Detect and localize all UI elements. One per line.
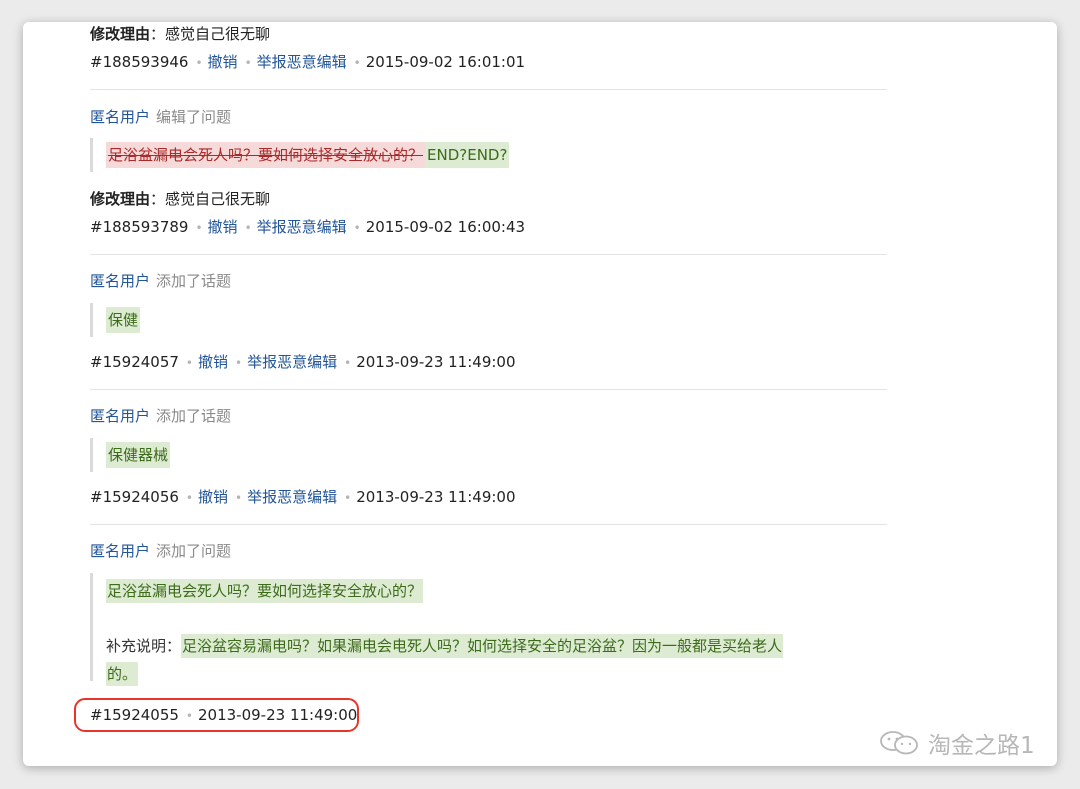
revision-meta: #188593789 • 撤销 • 举报恶意编辑 • 2015-09-02 16:00:43 xyxy=(90,216,525,237)
action-text: 添加了话题 xyxy=(156,272,232,290)
topic-tag: 保健器械 xyxy=(106,442,171,468)
entry-byline: 匿名用户 添加了问题 xyxy=(90,540,231,561)
revision-id: #15924056 xyxy=(90,488,179,506)
separator-dot: • xyxy=(235,356,243,370)
entry-byline: 匿名用户 添加了话题 xyxy=(90,270,231,291)
separator-dot: • xyxy=(344,491,352,505)
revision-id: #188593946 xyxy=(90,53,189,71)
wechat-icon xyxy=(880,731,918,755)
user-link[interactable]: 匿名用户 xyxy=(90,108,150,126)
separator-dot: • xyxy=(185,356,193,370)
edit-reason: 修改理由：感觉自己很无聊 xyxy=(90,190,271,208)
annotation-highlight-box xyxy=(74,698,359,732)
topic-block: 保健器械 xyxy=(90,438,171,472)
entry-byline: 匿名用户 编辑了问题 xyxy=(90,106,231,127)
deleted-text: 足浴盆漏电会死人吗？要如何选择安全放心的？ xyxy=(106,142,426,168)
separator-dot: • xyxy=(344,356,352,370)
separator-dot: • xyxy=(244,56,252,70)
revision-id: #188593789 xyxy=(90,218,189,236)
separator-dot: • xyxy=(244,221,252,235)
revision-meta: #15924057 • 撤销 • 举报恶意编辑 • 2013-09-23 11:49:00 xyxy=(90,351,516,372)
revision-id: #15924057 xyxy=(90,353,179,371)
undo-link[interactable]: 撤销 xyxy=(208,218,238,236)
separator-dot: • xyxy=(235,491,243,505)
action-text: 添加了问题 xyxy=(156,542,232,560)
supplement-text-cont: 的。 xyxy=(106,662,139,686)
revision-timestamp: 2015-09-02 16:01:01 xyxy=(365,53,526,71)
entry-divider xyxy=(90,524,887,525)
edit-reason: 修改理由：感觉自己很无聊 xyxy=(90,25,271,43)
entry-divider xyxy=(90,254,887,255)
report-edit-link[interactable]: 举报恶意编辑 xyxy=(247,353,337,371)
edit-reason-text: 感觉自己很无聊 xyxy=(165,190,271,208)
separator-dot: • xyxy=(195,56,203,70)
entry-byline: 匿名用户 添加了话题 xyxy=(90,405,231,426)
undo-link[interactable]: 撤销 xyxy=(198,488,228,506)
inserted-text: END?END? xyxy=(425,142,510,168)
separator-dot: • xyxy=(185,491,193,505)
watermark: 淘金之路1 xyxy=(878,726,1035,760)
user-link[interactable]: 匿名用户 xyxy=(90,407,150,425)
undo-link[interactable]: 撤销 xyxy=(208,53,238,71)
supplement-label: 补充说明： xyxy=(106,637,182,655)
question-supplement: 补充说明：足浴盆容易漏电吗？如果漏电会电死人吗？如何选择安全的足浴盆？因为一般都… xyxy=(106,632,866,688)
revision-timestamp: 2013-09-23 11:49:00 xyxy=(356,488,516,506)
action-text: 添加了话题 xyxy=(156,407,232,425)
edit-reason-text: 感觉自己很无聊 xyxy=(165,25,271,43)
entry-divider xyxy=(90,89,887,90)
edit-reason-label: 修改理由 xyxy=(90,25,151,43)
user-link[interactable]: 匿名用户 xyxy=(90,542,150,560)
edit-reason-label: 修改理由 xyxy=(90,190,151,208)
supplement-text: 足浴盆容易漏电吗？如果漏电会电死人吗？如何选择安全的足浴盆？因为一般都是买给老人 xyxy=(181,634,784,658)
watermark-text: 淘金之路1 xyxy=(928,733,1035,759)
revision-timestamp: 2013-09-23 11:49:00 xyxy=(356,353,516,371)
report-edit-link[interactable]: 举报恶意编辑 xyxy=(247,488,337,506)
separator-dot: • xyxy=(353,221,361,235)
question-title: 足浴盆漏电会死人吗？要如何选择安全放心的？ xyxy=(106,577,866,605)
user-link[interactable]: 匿名用户 xyxy=(90,272,150,290)
question-text: 足浴盆漏电会死人吗？要如何选择安全放心的？ xyxy=(106,579,424,603)
report-edit-link[interactable]: 举报恶意编辑 xyxy=(257,53,347,71)
revision-meta: #188593946 • 撤销 • 举报恶意编辑 • 2015-09-02 16:01:01 xyxy=(90,51,525,72)
diff-block: 足浴盆漏电会死人吗？要如何选择安全放心的？ END?END? xyxy=(90,138,510,172)
separator-dot: • xyxy=(353,56,361,70)
undo-link[interactable]: 撤销 xyxy=(198,353,228,371)
separator-dot: • xyxy=(195,221,203,235)
action-text: 编辑了问题 xyxy=(156,108,232,126)
revision-timestamp: 2015-09-02 16:00:43 xyxy=(365,218,526,236)
revision-history-window: 修改理由：感觉自己很无聊 #188593946 • 撤销 • 举报恶意编辑 • 2015-0… xyxy=(23,22,1057,766)
topic-block: 保健 xyxy=(90,303,141,337)
topic-tag: 保健 xyxy=(106,307,141,333)
entry-divider xyxy=(90,389,887,390)
report-edit-link[interactable]: 举报恶意编辑 xyxy=(257,218,347,236)
revision-meta: #15924056 • 撤销 • 举报恶意编辑 • 2013-09-23 11:49:00 xyxy=(90,486,516,507)
